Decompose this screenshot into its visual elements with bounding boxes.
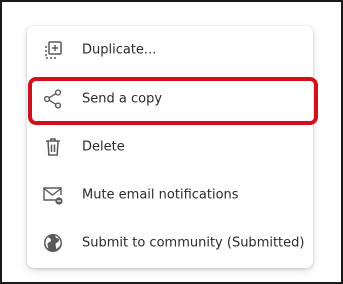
menu-item-mute-email[interactable]: Mute email notifications [27, 171, 313, 219]
menu-item-send-copy[interactable]: Send a copy [27, 75, 313, 123]
context-menu: Duplicate... Send a copy Delete Mute ema… [27, 26, 313, 268]
mail-mute-icon [42, 184, 64, 206]
menu-item-label: Delete [82, 139, 125, 155]
duplicate-icon [42, 39, 64, 61]
menu-item-submit-community[interactable]: Submit to community (Submitted) [27, 219, 313, 267]
share-icon [42, 88, 64, 110]
menu-item-label: Submit to community (Submitted) [82, 235, 305, 251]
globe-icon [42, 232, 64, 254]
menu-item-delete[interactable]: Delete [27, 123, 313, 171]
menu-item-duplicate[interactable]: Duplicate... [27, 26, 313, 74]
trash-icon [42, 136, 64, 158]
menu-item-label: Mute email notifications [82, 187, 239, 203]
menu-item-label: Send a copy [82, 91, 163, 107]
menu-item-label: Duplicate... [82, 42, 157, 58]
